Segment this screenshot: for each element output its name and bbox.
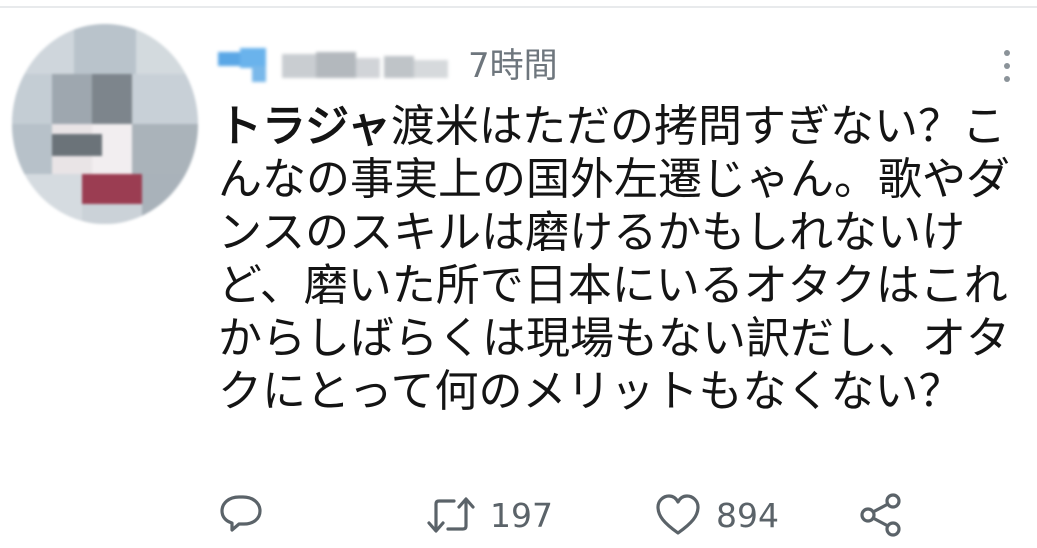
like-count: 894 <box>716 495 779 535</box>
retweet-button[interactable]: 197 <box>426 488 553 542</box>
reply-button[interactable] <box>218 488 264 542</box>
like-button[interactable]: 894 <box>654 488 779 542</box>
tweet-text-bold: トラジャ <box>218 101 391 152</box>
retweet-icon <box>426 492 476 538</box>
tweet-card[interactable]: 7時間 トラジャ渡米はただの拷問すぎない？こんなの事実上の国外左遷じゃん。歌やダ… <box>0 0 1037 548</box>
heart-icon <box>654 492 702 538</box>
action-bar: 197 894 <box>218 488 1018 542</box>
avatar[interactable] <box>12 24 198 224</box>
share-button[interactable] <box>858 488 904 542</box>
more-vertical-icon[interactable] <box>992 44 1022 88</box>
divider <box>0 6 1037 8</box>
author-name-redacted[interactable] <box>218 48 450 84</box>
reply-icon <box>218 492 264 538</box>
timestamp[interactable]: 7時間 <box>468 44 558 88</box>
retweet-count: 197 <box>490 495 553 535</box>
share-icon <box>858 492 904 538</box>
tweet-text: トラジャ渡米はただの拷問すぎない？こんなの事実上の国外左遷じゃん。歌やダンスのス… <box>218 100 1028 418</box>
